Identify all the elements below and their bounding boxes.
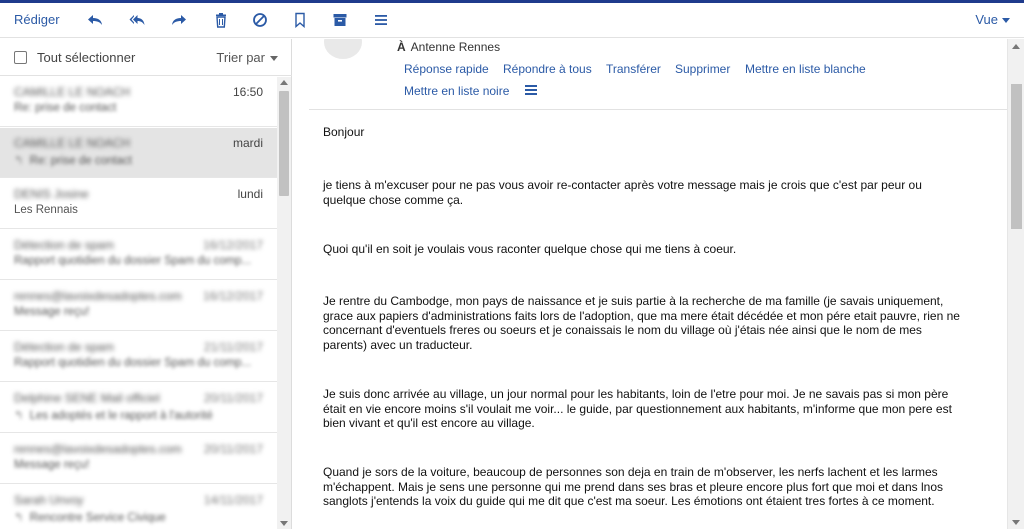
sort-label: Trier par xyxy=(216,50,265,65)
reply-icon[interactable] xyxy=(83,9,107,31)
body-paragraph: je tiens à m'excuser pour ne pas vous av… xyxy=(323,178,922,207)
message-subject-row: ↰ Les adoptés et le rapport à l'autorité xyxy=(14,408,264,422)
scroll-down-arrow[interactable] xyxy=(1012,520,1020,525)
replied-icon: ↰ xyxy=(14,410,24,422)
message-sender: Détection de spam xyxy=(14,238,115,252)
message-subject-row: ↰ Re: prise de contact xyxy=(14,153,264,167)
message-sender: rennes@lavoixdesadoptes.com xyxy=(14,289,182,303)
message-sender: Sarah Unvoy xyxy=(14,493,84,507)
pane-gutter xyxy=(292,39,309,529)
block-icon[interactable] xyxy=(248,9,272,31)
message-subject-row: ↰ Rencontre Service Civique xyxy=(14,510,264,524)
forward-icon[interactable] xyxy=(167,9,191,31)
message-subject-row: Les Rennais xyxy=(14,204,264,216)
list-item[interactable]: rennes@lavoixdesadoptes.com 16/12/2017 Mes… xyxy=(0,281,277,331)
quick-reply-link[interactable]: Réponse rapide xyxy=(404,62,489,76)
list-item[interactable]: CAMILLE LE NOACH 16:50 Re: prise de contac… xyxy=(0,77,277,127)
scroll-up-arrow[interactable] xyxy=(1012,44,1020,49)
message-subject: Rencontre Service Civique xyxy=(29,512,166,524)
recipient-name: Antenne Rennes xyxy=(410,40,501,54)
archive-icon[interactable] xyxy=(328,9,352,31)
message-subject: Message reçu! xyxy=(14,306,90,318)
message-subject-row: Message reçu! xyxy=(14,459,264,471)
body-paragraph: Bonjour xyxy=(323,125,365,139)
message-list-pane: Tout sélectionner Trier par CAMILLE LE N… xyxy=(0,39,292,529)
message-date: 16:50 xyxy=(232,85,263,99)
message-date: 16/12/2017 xyxy=(202,289,263,303)
body-paragraph: Je suis donc arrivée au village, un jour… xyxy=(323,387,952,430)
reading-pane: À Antenne Rennes Réponse rapide Répondre … xyxy=(309,39,1007,529)
scroll-up-arrow[interactable] xyxy=(280,80,288,85)
whitelist-link[interactable]: Mettre en liste blanche xyxy=(745,62,866,76)
trash-icon[interactable] xyxy=(209,9,233,31)
message-subject: Rapport quotidien du dossier Spam du com… xyxy=(14,255,252,267)
message-list: CAMILLE LE NOACH 16:50 Re: prise de contac… xyxy=(0,77,277,529)
message-date: 20/11/2017 xyxy=(203,442,263,456)
message-sender: CAMILLE LE NOACH xyxy=(14,136,131,150)
message-subject-row: Rapport quotidien du dossier Spam du com… xyxy=(14,255,264,267)
message-date: 14/11/2017 xyxy=(203,493,263,507)
message-subject: Les Rennais xyxy=(14,204,78,216)
scroll-thumb[interactable] xyxy=(279,91,289,196)
message-subject: Message reçu! xyxy=(14,459,90,471)
scroll-down-arrow[interactable] xyxy=(280,521,288,526)
chevron-down-icon xyxy=(1002,18,1010,24)
recipient-line: À Antenne Rennes xyxy=(397,40,500,54)
list-item[interactable]: Détection de spam 16/12/2017 Rapport quoti… xyxy=(0,230,277,280)
body-paragraph: Quand je sors de la voiture, beaucoup de… xyxy=(323,465,943,508)
select-all-checkbox[interactable] xyxy=(14,51,27,64)
list-scrollbar[interactable] xyxy=(277,77,291,529)
message-date: 16/12/2017 xyxy=(202,238,263,252)
menu-icon[interactable] xyxy=(369,9,393,31)
list-item[interactable]: Détection de spam 21/11/2017 Rapport quoti… xyxy=(0,332,277,382)
select-all-label[interactable]: Tout sélectionner xyxy=(37,50,135,65)
compose-button[interactable]: Rédiger xyxy=(14,12,60,27)
chevron-down-icon xyxy=(270,56,278,62)
body-paragraph: Je rentre du Cambodge, mon pays de naiss… xyxy=(323,294,960,352)
message-subject-row: Re: prise de contact xyxy=(14,102,264,114)
reading-scrollbar[interactable] xyxy=(1007,39,1024,529)
toolbar: Rédiger Vue xyxy=(0,3,1024,38)
scroll-thumb[interactable] xyxy=(1011,84,1022,229)
message-subject: Re: prise de contact xyxy=(14,102,117,114)
list-item[interactable]: rennes@lavoixdesadoptes.com 20/11/2017 Mes… xyxy=(0,434,277,484)
message-subject: Les adoptés et le rapport à l'autorité xyxy=(29,410,213,422)
to-prefix: À xyxy=(397,40,406,54)
avatar xyxy=(324,39,362,59)
message-date: 20/11/2017 xyxy=(203,391,263,405)
body-paragraph: Quoi qu'il en soit je voulais vous racon… xyxy=(323,242,737,256)
message-sender: rennes@lavoixdesadoptes.com xyxy=(14,442,182,456)
message-subject: Re: prise de contact xyxy=(29,155,132,167)
message-date: lundi xyxy=(237,187,263,201)
reply-all-icon[interactable] xyxy=(125,9,149,31)
header-divider xyxy=(309,109,1007,110)
list-header: Tout sélectionner Trier par xyxy=(0,39,292,76)
list-item[interactable]: DENIS Josine lundi Les Rennais xyxy=(0,179,277,229)
message-subject-row: Message reçu! xyxy=(14,306,264,318)
view-dropdown[interactable]: Vue xyxy=(975,12,1010,27)
message-sender: DENIS Josine xyxy=(14,187,89,201)
message-subject-row: Rapport quotidien du dossier Spam du com… xyxy=(14,357,264,369)
delete-link[interactable]: Supprimer xyxy=(675,62,730,76)
more-actions-icon[interactable] xyxy=(525,85,537,95)
bookmark-icon[interactable] xyxy=(288,9,312,31)
message-date: 21/11/2017 xyxy=(203,340,263,354)
message-date: mardi xyxy=(232,136,263,150)
view-label: Vue xyxy=(975,12,998,27)
sort-dropdown[interactable]: Trier par xyxy=(216,50,278,65)
blacklist-link[interactable]: Mettre en liste noire xyxy=(404,84,509,98)
list-item[interactable]: Delphine SENE Mail officiel 20/11/2017 ↰ Le… xyxy=(0,383,277,433)
list-item[interactable]: Sarah Unvoy 14/11/2017 ↰ Rencontre Service … xyxy=(0,485,277,529)
replied-icon: ↰ xyxy=(14,155,24,167)
message-sender: Détection de spam xyxy=(14,340,115,354)
reply-all-link[interactable]: Répondre à tous xyxy=(503,62,592,76)
message-subject: Rapport quotidien du dossier Spam du com… xyxy=(14,357,252,369)
list-item[interactable]: CAMILLE LE NOACH mardi ↰ Re: prise de conta… xyxy=(0,128,277,178)
message-sender: CAMILLE LE NOACH xyxy=(14,85,131,99)
forward-link[interactable]: Transférer xyxy=(606,62,661,76)
replied-icon: ↰ xyxy=(14,512,24,524)
message-sender: Delphine SENE Mail officiel xyxy=(14,391,160,405)
